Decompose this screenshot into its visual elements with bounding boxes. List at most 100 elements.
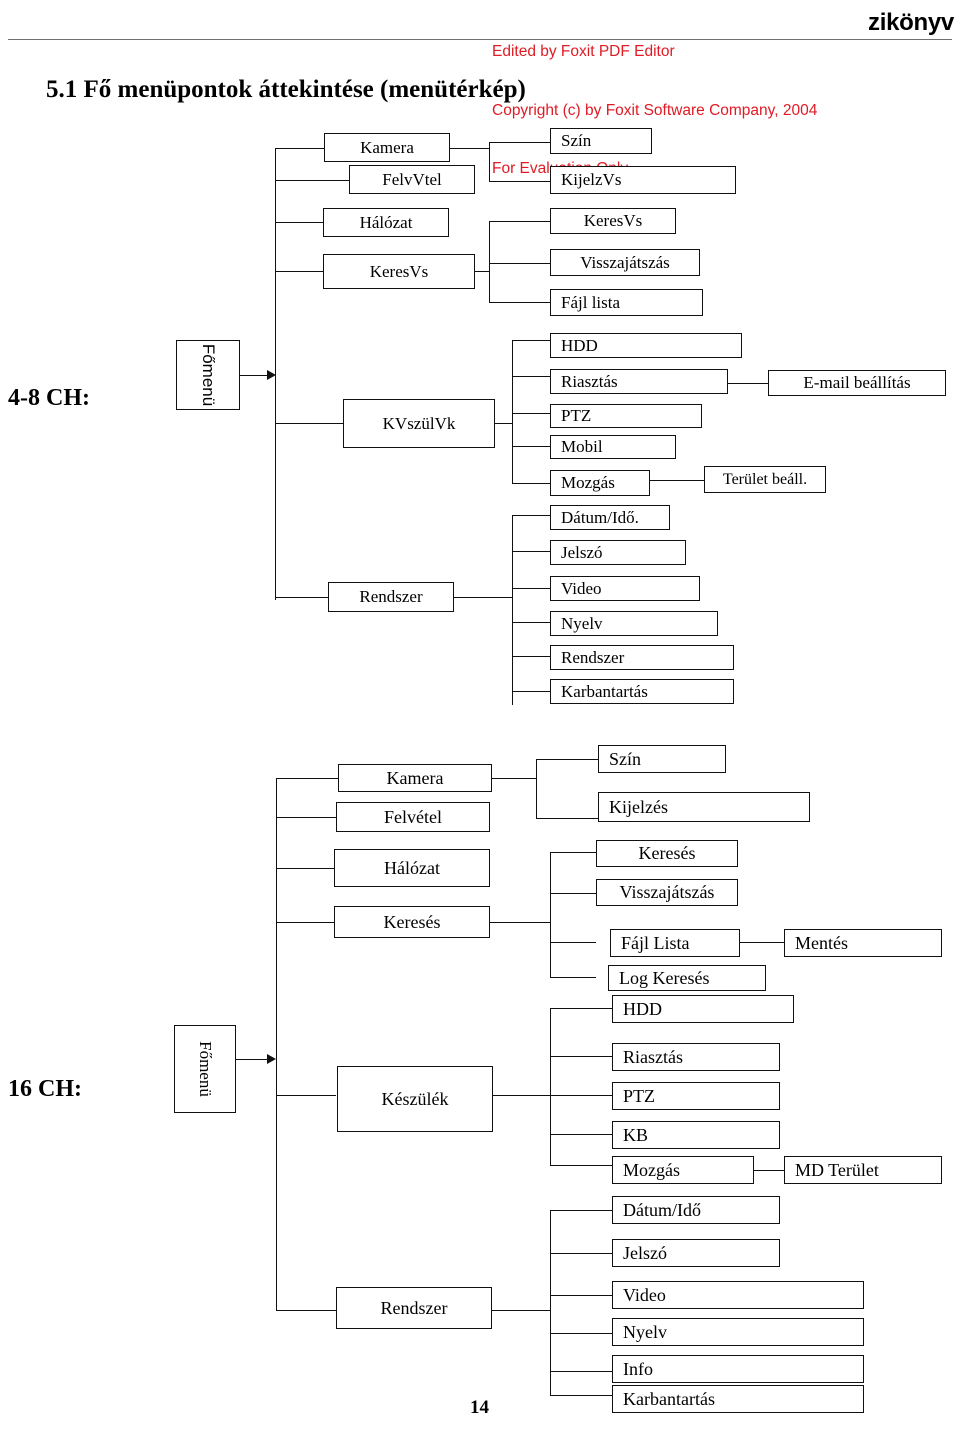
node-kvszulvk-4-8ch[interactable]: KVszülVk [343,399,495,448]
link-keszulek-16ch [493,1095,550,1096]
stub-ptz-16ch [550,1095,612,1096]
node-label: Video [561,578,602,598]
node-video-16ch[interactable]: Video [612,1281,864,1309]
node-kereses-16ch[interactable]: Keresés [334,906,490,938]
node-label: Karbantartás [623,1388,715,1409]
branch-keresvs-4-8ch [489,221,490,302]
node-kereses2-16ch[interactable]: Keresés [596,840,738,867]
stub-kereses-16ch [276,922,336,923]
stub-kamera-16ch [276,778,338,779]
node-nyelv-4-8ch[interactable]: Nyelv [550,611,718,636]
stub-szin-4-8ch [489,142,550,143]
node-halozat-16ch[interactable]: Hálózat [334,849,490,887]
node-visszajatszas-16ch[interactable]: Visszajátszás [596,879,738,906]
node-label: Riasztás [561,371,618,391]
node-label: KeresVs [583,211,643,230]
node-fajllista-4-8ch[interactable]: Fájl lista [550,289,703,316]
node-keresvs2-4-8ch[interactable]: KeresVs [550,208,676,234]
node-label: Nyelv [561,613,603,633]
node-label: Terület beáll. [722,470,808,488]
node-email-beallitas-4-8ch[interactable]: E-mail beállítás [768,370,946,396]
stub-riasztas-16ch [550,1056,612,1057]
diagram-label-4-8ch: 4-8 CH: [8,385,90,411]
node-szin-4-8ch[interactable]: Szín [550,128,652,154]
node-logkereses-16ch[interactable]: Log Keresés [608,965,766,991]
diagram-label-16ch: 16 CH: [8,1076,82,1102]
node-keszulek-16ch[interactable]: Készülék [337,1066,493,1132]
node-keresvs-4-8ch[interactable]: KeresVs [323,254,475,289]
node-info-16ch[interactable]: Info [612,1355,864,1383]
node-mozgas-4-8ch[interactable]: Mozgás [550,470,650,496]
header-book-word: zikönyv [868,9,954,36]
node-md-terulet-16ch[interactable]: MD Terület [784,1156,942,1184]
node-hdd-16ch[interactable]: HDD [612,995,794,1023]
node-kamera-16ch[interactable]: Kamera [338,764,492,792]
node-label: Fájl lista [561,292,621,312]
node-rendszer2-4-8ch[interactable]: Rendszer [550,645,734,670]
node-jelszo-4-8ch[interactable]: Jelszó [550,540,686,565]
stub-kijelzes-16ch [536,818,598,819]
node-label: Log Keresés [619,967,710,988]
stub-fajllista-16ch [550,942,596,943]
node-label: Jelszó [623,1242,667,1263]
node-label: FelvVtel [382,169,442,189]
stub-kvszulvk-4-8ch [275,423,343,424]
node-mozgas-16ch[interactable]: Mozgás [612,1156,754,1184]
node-riasztas-16ch[interactable]: Riasztás [612,1043,780,1071]
node-rendszer-4-8ch[interactable]: Rendszer [328,582,454,612]
node-label: Dátum/Idő. [561,507,639,527]
stub-visszajatszas-4-8ch [489,263,550,264]
node-label: HDD [561,335,598,355]
node-kijelzvs-4-8ch[interactable]: KijelzVs [550,166,736,194]
node-label: Kijelzés [609,796,668,817]
node-rendszer-16ch[interactable]: Rendszer [336,1287,492,1329]
node-label: Keresés [383,911,441,932]
link-rendszer-4-8ch [454,597,512,598]
stub-mozgas-16ch [550,1165,612,1166]
node-ptz-4-8ch[interactable]: PTZ [550,404,702,428]
node-hdd-4-8ch[interactable]: HDD [550,333,742,358]
stub-kamera-4-8ch [275,148,324,149]
node-kb-16ch[interactable]: KB [612,1121,780,1149]
branch-kvszulvk-4-8ch [512,340,513,483]
node-ptz-16ch[interactable]: PTZ [612,1082,780,1110]
stub-ptz-4-8ch [512,413,550,414]
node-kamera-4-8ch[interactable]: Kamera [324,133,450,162]
stub-mobil-4-8ch [512,446,550,447]
node-label: Készülék [381,1088,449,1109]
stub-logkereses-16ch [550,977,596,978]
link-kamera-4-8ch [450,148,489,149]
node-felvvtel-4-8ch[interactable]: FelvVtel [349,165,475,194]
node-datumido-4-8ch[interactable]: Dátum/Idő. [550,505,670,530]
node-szin-16ch[interactable]: Szín [598,745,726,773]
page-root: Edited by Foxit PDF Editor Copyright (c)… [0,0,960,1446]
node-karbantartas-16ch[interactable]: Karbantartás [612,1385,864,1413]
node-riasztas-4-8ch[interactable]: Riasztás [550,369,728,394]
node-label: Riasztás [623,1046,683,1067]
stub-halozat-4-8ch [275,222,323,223]
node-jelszo-16ch[interactable]: Jelszó [612,1239,780,1267]
node-mobil-4-8ch[interactable]: Mobil [550,435,676,459]
stub-mozgas-4-8ch [512,483,550,484]
stub-karbantartas-4-8ch [512,691,550,692]
stub-rendszer-4-8ch [275,597,328,598]
link-mentes-16ch [740,942,784,943]
node-video-4-8ch[interactable]: Video [550,576,700,601]
node-datumido-16ch[interactable]: Dátum/Idő [612,1196,780,1224]
stub-hdd-4-8ch [512,340,550,341]
node-label: KeresVs [369,261,429,281]
stub-video-16ch [550,1295,612,1296]
node-halozat-4-8ch[interactable]: Hálózat [323,208,449,237]
node-label: Video [623,1284,666,1305]
node-felvetel-16ch[interactable]: Felvétel [336,802,490,832]
node-mentes-16ch[interactable]: Mentés [784,929,942,957]
node-fajllista-16ch[interactable]: Fájl Lista [610,929,740,957]
node-nyelv-16ch[interactable]: Nyelv [612,1318,864,1346]
node-visszajatszas-4-8ch[interactable]: Visszajátszás [550,249,700,276]
node-terulet-beall-4-8ch[interactable]: Terület beáll. [704,466,826,493]
node-label: Hálózat [359,212,413,232]
node-karbantartas-4-8ch[interactable]: Karbantartás [550,679,734,704]
root-box-label-16ch: Főmenü [196,1041,215,1097]
node-kijelzes-16ch[interactable]: Kijelzés [598,792,810,822]
node-label: Visszajátszás [580,252,670,272]
